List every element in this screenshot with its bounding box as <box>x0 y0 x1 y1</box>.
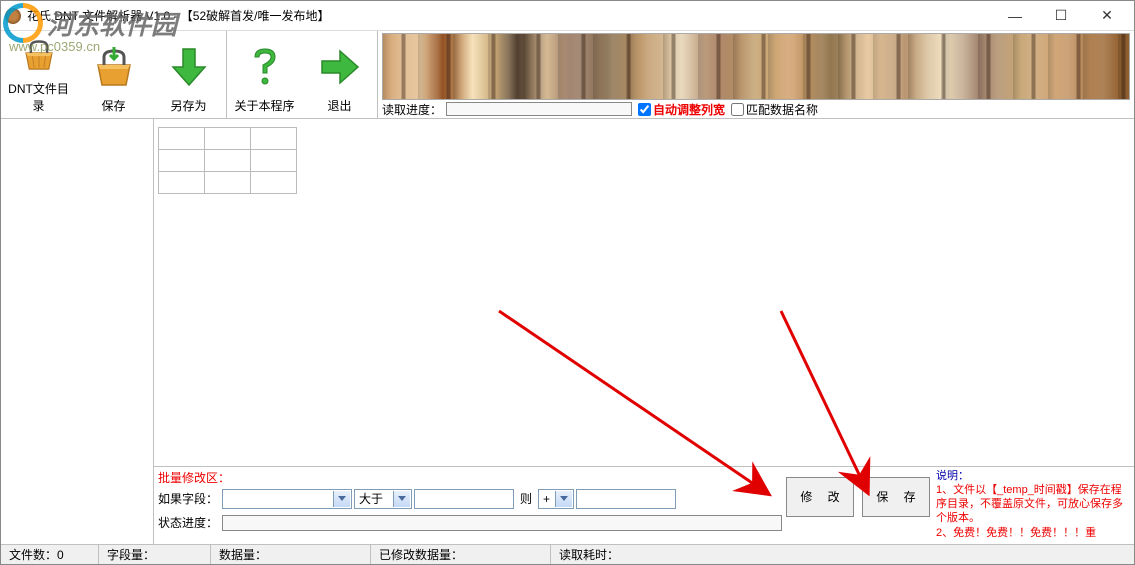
about-button[interactable]: 关于本程序 <box>227 31 302 118</box>
status-progress-bar <box>222 515 782 531</box>
field-combobox[interactable] <box>222 489 352 509</box>
auto-width-checkbox[interactable]: 自动调整列宽 <box>638 101 725 118</box>
save-as-label: 另存为 <box>170 97 206 114</box>
data-grid-area[interactable] <box>154 119 1134 466</box>
modify-button[interactable]: 修 改 <box>786 477 854 517</box>
save-as-button[interactable]: 另存为 <box>151 31 226 118</box>
maximize-button[interactable]: ☐ <box>1038 1 1084 31</box>
batch-save-button[interactable]: 保 存 <box>862 477 930 517</box>
close-button[interactable]: ✕ <box>1084 1 1130 31</box>
arrow-down-green-icon <box>165 43 213 91</box>
batch-title: 批量修改区： <box>158 469 782 486</box>
arrow-right-green-icon <box>316 43 364 91</box>
compare-value-input[interactable] <box>414 489 514 509</box>
app-icon <box>5 8 21 24</box>
match-name-checkbox[interactable]: 匹配数据名称 <box>731 101 818 118</box>
then-label: 则 <box>520 490 532 507</box>
data-grid[interactable] <box>158 127 297 194</box>
window-title: 花氏 DNT 文件解析器 V1.0 - 【52破解首发/唯一发布地】 <box>27 7 329 24</box>
banner-image <box>382 33 1130 100</box>
status-fields: 字段量： <box>99 545 211 564</box>
operator-combobox[interactable]: 大于 <box>354 489 412 509</box>
about-label: 关于本程序 <box>234 97 294 114</box>
read-progress-label: 读取进度： <box>382 101 442 118</box>
action-value-input[interactable] <box>576 489 676 509</box>
save-label: 保存 <box>101 97 125 114</box>
exit-button[interactable]: 退出 <box>302 31 377 118</box>
titlebar: 花氏 DNT 文件解析器 V1.0 - 【52破解首发/唯一发布地】 — ☐ ✕ <box>1 1 1134 31</box>
status-time: 读取耗时： <box>551 545 1134 564</box>
basket-orange-icon <box>15 35 63 74</box>
status-progress-label: 状态进度： <box>158 514 218 531</box>
status-data: 数据量： <box>211 545 371 564</box>
status-files: 文件数：0 <box>1 545 99 564</box>
file-list-panel <box>1 119 154 544</box>
basket-down-icon <box>90 43 138 91</box>
minimize-button[interactable]: — <box>992 1 1038 31</box>
dnt-directory-label: DNT文件目录 <box>3 80 74 114</box>
help-box: 说明： 1、文件以【_temp_时间戳】保存在程序目录，不覆盖原文件，可放心保存… <box>934 469 1130 540</box>
statusbar: 文件数：0 字段量： 数据量： 已修改数据量： 读取耗时： <box>1 544 1134 564</box>
dnt-directory-button[interactable]: DNT文件目录 <box>1 31 76 118</box>
action-combobox[interactable]: + <box>538 489 574 509</box>
status-modified: 已修改数据量： <box>371 545 551 564</box>
toolbar: DNT文件目录 保存 另存为 关于本程序 <box>1 31 1134 119</box>
exit-label: 退出 <box>327 97 351 114</box>
save-button[interactable]: 保存 <box>76 31 151 118</box>
question-mark-icon <box>241 43 289 91</box>
read-progress-bar <box>446 102 632 116</box>
batch-edit-zone: 批量修改区： 如果字段： 大于 则 + 状态进度： 修 改 保 存 说明 <box>154 466 1134 544</box>
if-field-label: 如果字段： <box>158 490 218 507</box>
